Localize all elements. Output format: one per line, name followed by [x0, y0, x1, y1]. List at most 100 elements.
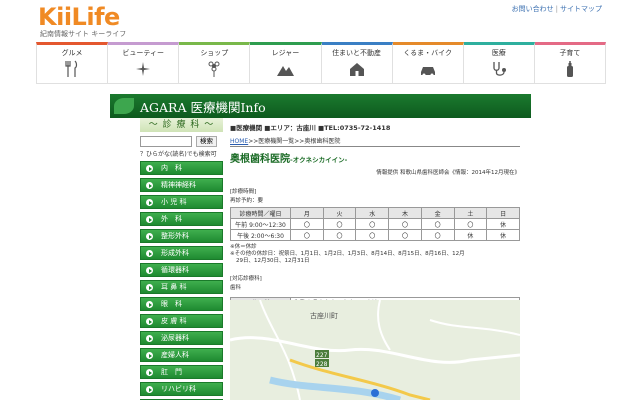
category-nav: グルメ ビューティー ショップ レジャー 住まいと不動産 くるま・バイク 医療 … [36, 42, 606, 84]
arrow-icon [146, 165, 153, 172]
nav-item-leisure[interactable]: レジャー [250, 42, 322, 84]
meta-tel: ■TEL:0735-72-1418 [317, 124, 391, 132]
schedule-cell: 〇 [388, 218, 422, 230]
location-map[interactable]: 古座川町 227 228 [230, 300, 520, 400]
department-list: 内 科精神神経科小 児 科外 科整形外科形成外科循環器科耳 鼻 科眼 科皮 膚 … [140, 161, 223, 400]
search-hint: ？ひらがな(読名)でも検索可 [140, 151, 217, 158]
flower-icon [208, 61, 220, 77]
sidebar-item-department[interactable]: 小 児 科 [140, 195, 223, 209]
section-title: AGARA 医療機関Info [140, 100, 266, 115]
note-line: ※休＝休診 [230, 244, 257, 250]
hours-title: [診療時間] [230, 189, 257, 195]
schedule-header-cell: 土 [453, 207, 488, 219]
sidebar-item-department[interactable]: リハビリ科 [140, 382, 223, 396]
site-logo[interactable]: KiiLife 紀南情報サイト キーライフ [38, 4, 138, 40]
info-source: 情報提供 和歌山県歯科医師会《情報：2014年12月現在》 [376, 170, 520, 176]
arrow-icon [146, 318, 153, 325]
schedule-header-cell: 木 [388, 207, 422, 219]
sidebar-item-label: 形成外科 [161, 249, 189, 257]
schedule-header-row: 診療時間／曜日月火水木金土日 [230, 207, 520, 219]
sidebar-item-department[interactable]: 皮 膚 科 [140, 314, 223, 328]
schedule-cell: 〇 [355, 229, 390, 241]
note-line: ※その他の休診日：祝祭日、1月1日、1月2日、1月3日、8月14日、8月15日、… [230, 251, 465, 257]
nav-label: 医療 [491, 49, 506, 57]
sparkle-icon [136, 62, 151, 76]
sidebar-item-department[interactable]: 産婦人科 [140, 348, 223, 362]
nav-label: くるま・バイク [403, 49, 453, 57]
sidebar-item-department[interactable]: 形成外科 [140, 246, 223, 260]
schedule-cell: 〇 [420, 218, 455, 230]
schedule-cell: 〇 [322, 218, 357, 230]
stethoscope-icon [493, 62, 506, 76]
arrow-icon [146, 182, 153, 189]
contact-link[interactable]: お問い合わせ [512, 5, 554, 13]
sidebar-item-department[interactable]: 精神神経科 [140, 178, 223, 192]
arrow-icon [146, 335, 153, 342]
nav-item-gourmet[interactable]: グルメ [36, 42, 109, 84]
link-separator: | [555, 5, 558, 13]
nav-label: グルメ [61, 49, 83, 57]
breadcrumb-home-link[interactable]: HOME [230, 138, 248, 145]
arrow-icon [146, 352, 153, 359]
logo-text: KiiLife [38, 3, 120, 31]
sidebar-item-department[interactable]: 循環器科 [140, 263, 223, 277]
main-content: ■医療機関 ■エリア：古座川 ■TEL:0735-72-1418 HOME>>医… [230, 122, 520, 318]
arrow-icon [146, 216, 153, 223]
mountain-icon [277, 66, 295, 76]
sidebar-item-department[interactable]: 眼 科 [140, 297, 223, 311]
sidebar-item-department[interactable]: 内 科 [140, 161, 223, 175]
map-road-number: 228 [316, 361, 328, 368]
leaf-icon [114, 98, 134, 114]
sidebar-item-label: リハビリ科 [161, 385, 196, 393]
arrow-icon [146, 267, 153, 274]
departments-value: 歯科 [230, 285, 242, 291]
nav-label: 子育て [559, 49, 581, 57]
arrow-icon [146, 386, 153, 393]
schedule-header-cell: 金 [420, 207, 455, 219]
sidebar-item-label: 眼 科 [161, 300, 182, 308]
baby-bottle-icon [566, 61, 573, 77]
schedule-row: 午後 2:00～6:30 〇〇〇〇〇休休 [230, 229, 520, 241]
nav-item-beauty[interactable]: ビューティー [108, 42, 180, 84]
departments-title: [対応診療科] [230, 276, 262, 282]
fork-knife-icon [65, 60, 78, 77]
sidebar-item-label: 精神神経科 [161, 181, 196, 189]
schedule-cell: 〇 [290, 229, 324, 241]
house-icon [349, 63, 364, 76]
schedule-cell: 〇 [453, 218, 488, 230]
search-button[interactable]: 検索 [196, 136, 217, 147]
sidebar-item-label: 耳 鼻 科 [161, 283, 187, 291]
sidebar-item-department[interactable]: 外 科 [140, 212, 223, 226]
map-road-number: 227 [316, 352, 328, 359]
schedule-cell: 休 [453, 229, 488, 241]
arrow-icon [146, 199, 153, 206]
nav-item-car[interactable]: くるま・バイク [392, 42, 464, 84]
meta-category: ■医療機関 [230, 124, 263, 132]
arrow-icon [146, 369, 153, 376]
sidebar-item-department[interactable]: 整形外科 [140, 229, 223, 243]
sitemap-link[interactable]: サイトマップ [560, 5, 602, 13]
map-pin-icon[interactable] [371, 389, 379, 397]
sidebar-item-department[interactable]: 泌尿器科 [140, 331, 223, 345]
sidebar-item-label: 循環器科 [161, 266, 189, 274]
sidebar-item-label: 皮 膚 科 [161, 317, 187, 325]
nav-item-housing[interactable]: 住まいと不動産 [321, 42, 393, 84]
sidebar-item-department[interactable]: 肛 門 [140, 365, 223, 379]
note-line: 29日、12月30日、12月31日 [236, 258, 310, 264]
nav-item-medical[interactable]: 医療 [463, 42, 535, 84]
schedule-cell: 休 [486, 229, 520, 241]
search-input[interactable] [140, 136, 192, 147]
schedule-header-cell: 火 [322, 207, 357, 219]
schedule-header-cell: 水 [355, 207, 390, 219]
sidebar-item-label: 内 科 [161, 164, 182, 172]
arrow-icon [146, 250, 153, 257]
nav-item-shop[interactable]: ショップ [179, 42, 251, 84]
sidebar-item-department[interactable]: 耳 鼻 科 [140, 280, 223, 294]
breadcrumb-trail: >>医療機関一覧>>奥根歯科医院 [248, 138, 341, 145]
map-town-label: 古座川町 [310, 311, 338, 320]
arrow-icon [146, 301, 153, 308]
schedule-cell: 午前 9:00～12:30 [230, 218, 291, 230]
sidebar-heading: ～ 診 療 科 ～ [140, 118, 223, 132]
nav-item-childcare[interactable]: 子育て [534, 42, 606, 84]
sidebar-item-label: 泌尿器科 [161, 334, 189, 342]
